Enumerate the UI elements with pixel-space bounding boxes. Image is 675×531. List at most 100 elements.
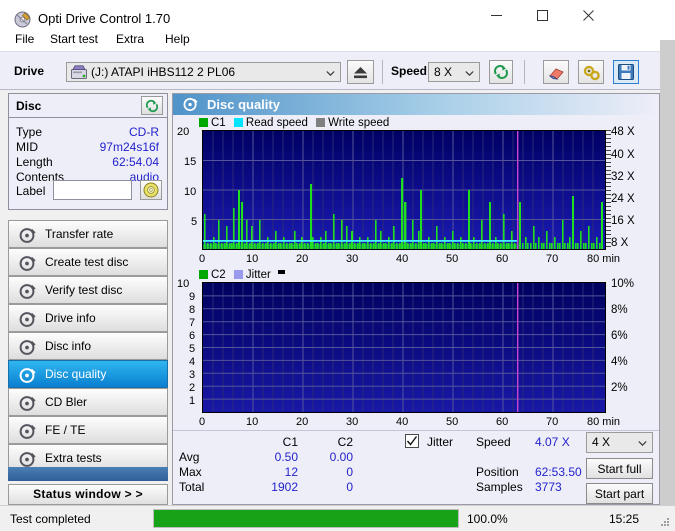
minimize-button[interactable] [473, 0, 519, 31]
disc-panel-body: Type CD-R MID 97m24s16f Length 62:54.04 … [8, 118, 168, 210]
chart2-xtick-0: 0 [199, 416, 206, 428]
status-window-button[interactable]: Status window > > [8, 484, 168, 505]
chart2-ytick-3: 3 [189, 369, 196, 381]
sidebar-item-disc-info[interactable]: Disc info [8, 332, 168, 360]
refresh-icon [490, 65, 509, 83]
vertical-scrollbar[interactable] [660, 40, 675, 505]
close-button[interactable] [565, 0, 611, 31]
stats-samples-value: 3773 [535, 480, 562, 494]
disc-refresh-button[interactable] [141, 96, 163, 115]
chart2-y2tick-6pct: 6% [611, 330, 628, 342]
panel-header: Disc quality [173, 94, 659, 115]
legend-swatch-write-speed [316, 118, 326, 127]
chevron-down-icon [465, 67, 474, 77]
maximize-icon [519, 0, 565, 31]
disc-test-icon [19, 395, 36, 412]
chart2-xtick-50: 50 [446, 416, 459, 428]
chart2-y2tick-2pct: 2% [611, 382, 628, 394]
sidebar-item-label: Drive info [45, 311, 96, 325]
menu-help[interactable]: Help [159, 31, 196, 51]
chart1-y2tick-48x: 48 X [611, 126, 635, 138]
chart1-y2tick-32x: 32 X [611, 171, 635, 183]
legend-label-c2: C2 [211, 269, 226, 281]
chart2-y2tick-8pct: 8% [611, 304, 628, 316]
chart2-ytick-7: 7 [189, 317, 196, 329]
chart1-ytick-20: 20 [177, 126, 190, 138]
read-disc-label-button[interactable] [140, 180, 162, 200]
chart2-legend: C2 Jitter [199, 269, 286, 281]
maximize-button[interactable] [519, 0, 565, 31]
chart2-xtick-10: 10 [246, 416, 259, 428]
sidebar-item-cd-bler[interactable]: CD Bler [8, 388, 168, 416]
test-speed-select[interactable]: 4 X [586, 432, 653, 453]
drive-select[interactable]: (J:) ATAPI iHBS112 2 PL06 [66, 62, 341, 82]
stats-row-avg-c1: 0.50 [274, 450, 298, 464]
menu-start-test[interactable]: Start test [44, 31, 104, 51]
chart1-right-ruler [606, 130, 611, 250]
refresh-speed-button[interactable] [489, 60, 513, 84]
disc-quality-icon [183, 97, 198, 112]
resize-grip-icon[interactable] [658, 515, 670, 527]
settings-button[interactable] [578, 60, 604, 84]
chart2-ytick-4: 4 [189, 356, 196, 368]
disc-type-label: Type [16, 125, 43, 139]
sidebar-item-label: FE / TE [45, 423, 86, 437]
menu-bar: File Start test Extra Help [0, 29, 675, 51]
disc-label-input[interactable] [53, 180, 132, 200]
eject-button[interactable] [347, 60, 374, 84]
stats-speed-value: 4.07 X [535, 435, 570, 449]
chart2-canvas [203, 283, 605, 412]
status-bar: Test completed 100.0% 15:25 [0, 505, 675, 531]
save-button[interactable] [613, 60, 639, 84]
stats-divider [173, 430, 659, 431]
chart2-ytick-8: 8 [189, 304, 196, 316]
start-full-label: Start full [597, 461, 642, 476]
disc-info-panel: Disc Type CD-R MID 97m24s16f Length 62:5… [8, 93, 168, 210]
start-part-label: Start part [594, 486, 645, 501]
chart1-xtick-10: 10 [246, 253, 259, 265]
chart1-xtick-70: 70 [546, 253, 559, 265]
menu-extra[interactable]: Extra [110, 31, 150, 51]
disc-test-icon [19, 367, 36, 384]
sidebar-item-fe-te[interactable]: FE / TE [8, 416, 168, 444]
app-icon [14, 11, 31, 28]
start-full-button[interactable]: Start full [586, 458, 653, 479]
start-part-button[interactable]: Start part [586, 483, 653, 504]
chart1-ytick-10: 10 [184, 186, 197, 198]
check-icon [406, 436, 418, 446]
chart2-xtick-30: 30 [346, 416, 359, 428]
erase-button[interactable] [543, 60, 569, 84]
status-window-label: Status window > > [33, 487, 143, 501]
stats-speed-label: Speed [476, 435, 511, 449]
chart1-xtick-40: 40 [396, 253, 409, 265]
legend-label-c1: C1 [211, 117, 226, 129]
menu-file[interactable]: File [9, 31, 40, 51]
chart2-ytick-1: 1 [189, 395, 196, 407]
chart1-scan-marker [517, 131, 519, 249]
stats-position-label: Position [476, 465, 519, 479]
chart1-y2tick-8x: 8 X [611, 237, 629, 249]
chart1-y2tick-24x: 24 X [611, 193, 635, 205]
stats-row-avg-c2: 0.00 [329, 450, 353, 464]
toolbar-separator-2 [524, 60, 525, 84]
sidebar-item-label: Disc quality [45, 367, 107, 381]
chart2-y2tick-4pct: 4% [611, 356, 628, 368]
minimize-icon [473, 0, 519, 31]
chart1-ytick-5: 5 [191, 216, 198, 228]
sidebar-item-transfer-rate[interactable]: Transfer rate [8, 220, 168, 248]
chart2-ytick-9: 9 [189, 291, 196, 303]
sidebar-item-create-test-disc[interactable]: Create test disc [8, 248, 168, 276]
chart2-plot [202, 282, 606, 413]
legend-label-write-speed: Write speed [328, 117, 390, 129]
legend-swatch-marker [278, 270, 286, 274]
chart2-xtick-40: 40 [396, 416, 409, 428]
legend-swatch-read-speed [233, 118, 243, 127]
speed-value: 8 X [434, 65, 453, 79]
settings-icon [579, 65, 601, 84]
speed-select[interactable]: 8 X [428, 62, 480, 82]
sidebar-item-verify-test-disc[interactable]: Verify test disc [8, 276, 168, 304]
sidebar-item-drive-info[interactable]: Drive info [8, 304, 168, 332]
sidebar-item-disc-quality[interactable]: Disc quality [8, 360, 168, 388]
sidebar-item-label: Verify test disc [45, 283, 123, 297]
jitter-checkbox[interactable] [405, 434, 419, 448]
